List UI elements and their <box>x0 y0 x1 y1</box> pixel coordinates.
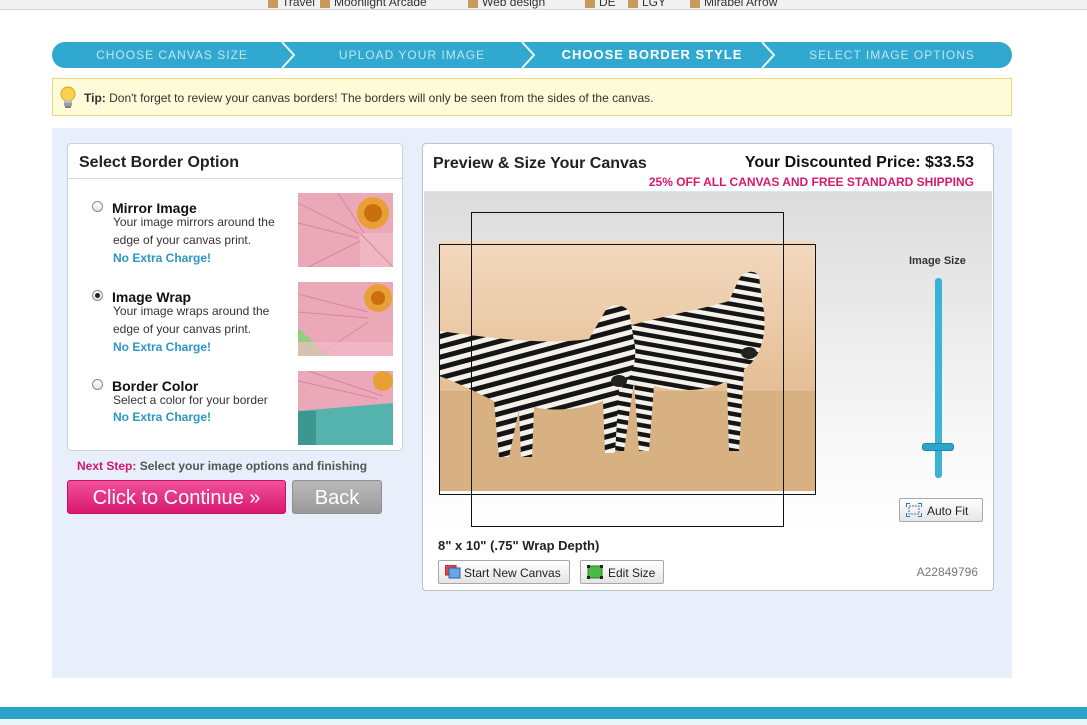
image-size-slider-handle[interactable] <box>922 443 954 451</box>
border-color-radio[interactable] <box>92 379 103 390</box>
canvas-wrap-outline <box>439 244 816 495</box>
border-options-title: Select Border Option <box>79 154 240 171</box>
bookmark-item[interactable]: Web design <box>468 0 545 9</box>
folder-icon <box>320 0 330 8</box>
footer-strip <box>0 719 1087 725</box>
option-charge: No Extra Charge! <box>113 251 212 265</box>
preview-title: Preview & Size Your Canvas <box>433 155 647 172</box>
option-charge: No Extra Charge! <box>113 410 212 424</box>
start-new-canvas-button[interactable]: Start New Canvas <box>438 560 570 584</box>
promo-text: 25% OFF ALL CANVAS AND FREE STANDARD SHI… <box>648 175 974 189</box>
image-size-label: Image Size <box>909 255 966 267</box>
image-wrap-thumbnail <box>298 282 393 356</box>
bookmark-item[interactable]: LGY <box>628 0 666 9</box>
back-button[interactable]: Back <box>292 480 382 514</box>
bookmark-item[interactable]: DE <box>585 0 616 9</box>
option-charge: No Extra Charge! <box>113 340 212 354</box>
mirror-image-radio[interactable] <box>92 201 103 212</box>
bookmark-item[interactable]: Travel <box>268 0 315 9</box>
image-wrap-radio[interactable] <box>92 290 103 301</box>
auto-fit-button[interactable]: Auto Fit <box>899 498 983 522</box>
option-mirror-image[interactable]: Mirror Image Your image mirrors around t… <box>68 192 402 272</box>
bookmark-item[interactable]: Mirabel Arrow <box>690 0 777 9</box>
canvas-dimensions: 8" x 10" (.75" Wrap Depth) <box>438 538 600 553</box>
discounted-price: Your Discounted Price: $33.53 <box>744 154 974 171</box>
bookmarks-bar: Travel Moonlight Arcade Web design DE LG… <box>0 0 1087 10</box>
canvas-preview-area: Image Size Auto Fit <box>424 191 992 532</box>
option-image-wrap[interactable]: Image Wrap Your image wraps around the ed… <box>68 281 402 361</box>
bookmark-item[interactable]: Moonlight Arcade <box>320 0 427 9</box>
folder-icon <box>268 0 278 8</box>
tip-banner: Tip: Don't forget to review your canvas … <box>52 78 1012 116</box>
progress-steps: CHOOSE CANVAS SIZE UPLOAD YOUR IMAGE CHO… <box>52 42 1012 68</box>
product-code: A22849796 <box>916 565 978 579</box>
step-upload-your-image[interactable]: UPLOAD YOUR IMAGE <box>292 42 532 68</box>
lightbulb-icon <box>60 86 76 108</box>
border-color-thumbnail <box>298 371 393 445</box>
next-step-hint: Next Step: Select your image options and… <box>77 459 368 473</box>
folder-icon <box>690 0 700 8</box>
option-description: Select a color for your border <box>113 393 268 407</box>
tip-label: Tip: <box>84 91 106 105</box>
edit-size-button[interactable]: Edit Size <box>580 560 664 584</box>
folder-icon <box>468 0 478 8</box>
preview-panel: Preview & Size Your Canvas Your Discount… <box>422 143 994 591</box>
continue-button[interactable]: Click to Continue » <box>67 480 286 514</box>
mirror-image-thumbnail <box>298 193 393 267</box>
step-select-image-options[interactable]: SELECT IMAGE OPTIONS <box>772 42 1012 68</box>
option-description: Your image wraps around the edge of your … <box>113 304 270 336</box>
folder-icon <box>628 0 638 8</box>
tip-text: Tip: Don't forget to review your canvas … <box>84 91 653 105</box>
option-description: Your image mirrors around the edge of you… <box>113 215 275 247</box>
option-border-color[interactable]: Border Color Select a color for your bor… <box>68 370 402 450</box>
new-canvas-icon <box>445 565 461 579</box>
divider <box>68 178 402 179</box>
edit-size-icon <box>587 565 603 579</box>
start-new-canvas-label: Start New Canvas <box>464 566 561 580</box>
tip-message: Don't forget to review your canvas borde… <box>109 91 654 105</box>
auto-fit-icon <box>906 503 922 517</box>
footer-bar <box>0 707 1087 719</box>
auto-fit-label: Auto Fit <box>927 504 969 518</box>
step-choose-border-style[interactable]: CHOOSE BORDER STYLE <box>532 42 772 68</box>
edit-size-label: Edit Size <box>608 566 656 580</box>
border-options-panel: Select Border Option Mirror Image Your i… <box>67 143 403 451</box>
step-choose-canvas-size[interactable]: CHOOSE CANVAS SIZE <box>52 42 292 68</box>
folder-icon <box>585 0 595 8</box>
